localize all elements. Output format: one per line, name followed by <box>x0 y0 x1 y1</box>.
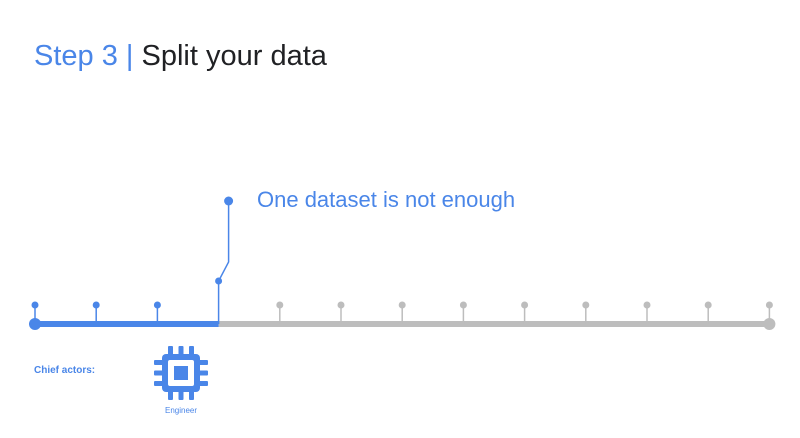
timeline-tick-dot <box>765 301 773 309</box>
chief-actors-label: Chief actors: <box>34 365 96 376</box>
timeline-tick-dot <box>337 301 345 309</box>
timeline-start-dot <box>29 318 41 330</box>
timeline-tick-dot <box>276 301 284 309</box>
timeline-tick-dot <box>459 301 467 309</box>
current-step-joint-dot <box>215 277 223 285</box>
timeline-tick-dot <box>521 301 529 309</box>
timeline-tick-dot <box>31 301 39 309</box>
timeline-tick-dot <box>582 301 590 309</box>
timeline <box>29 196 776 330</box>
timeline-tick-dot <box>398 301 406 309</box>
current-step-stem <box>217 201 230 324</box>
timeline-tick-dot <box>643 301 651 309</box>
engineer-label: Engineer <box>164 406 198 415</box>
timeline-tick-dot <box>704 301 712 309</box>
current-step-top-dot <box>224 196 234 206</box>
timeline-tick-dot <box>153 301 161 309</box>
timeline-tick-dot <box>92 301 100 309</box>
callout-text: One dataset is not enough <box>257 187 516 212</box>
timeline-end-dot <box>763 318 776 330</box>
chip-icon <box>152 344 210 402</box>
